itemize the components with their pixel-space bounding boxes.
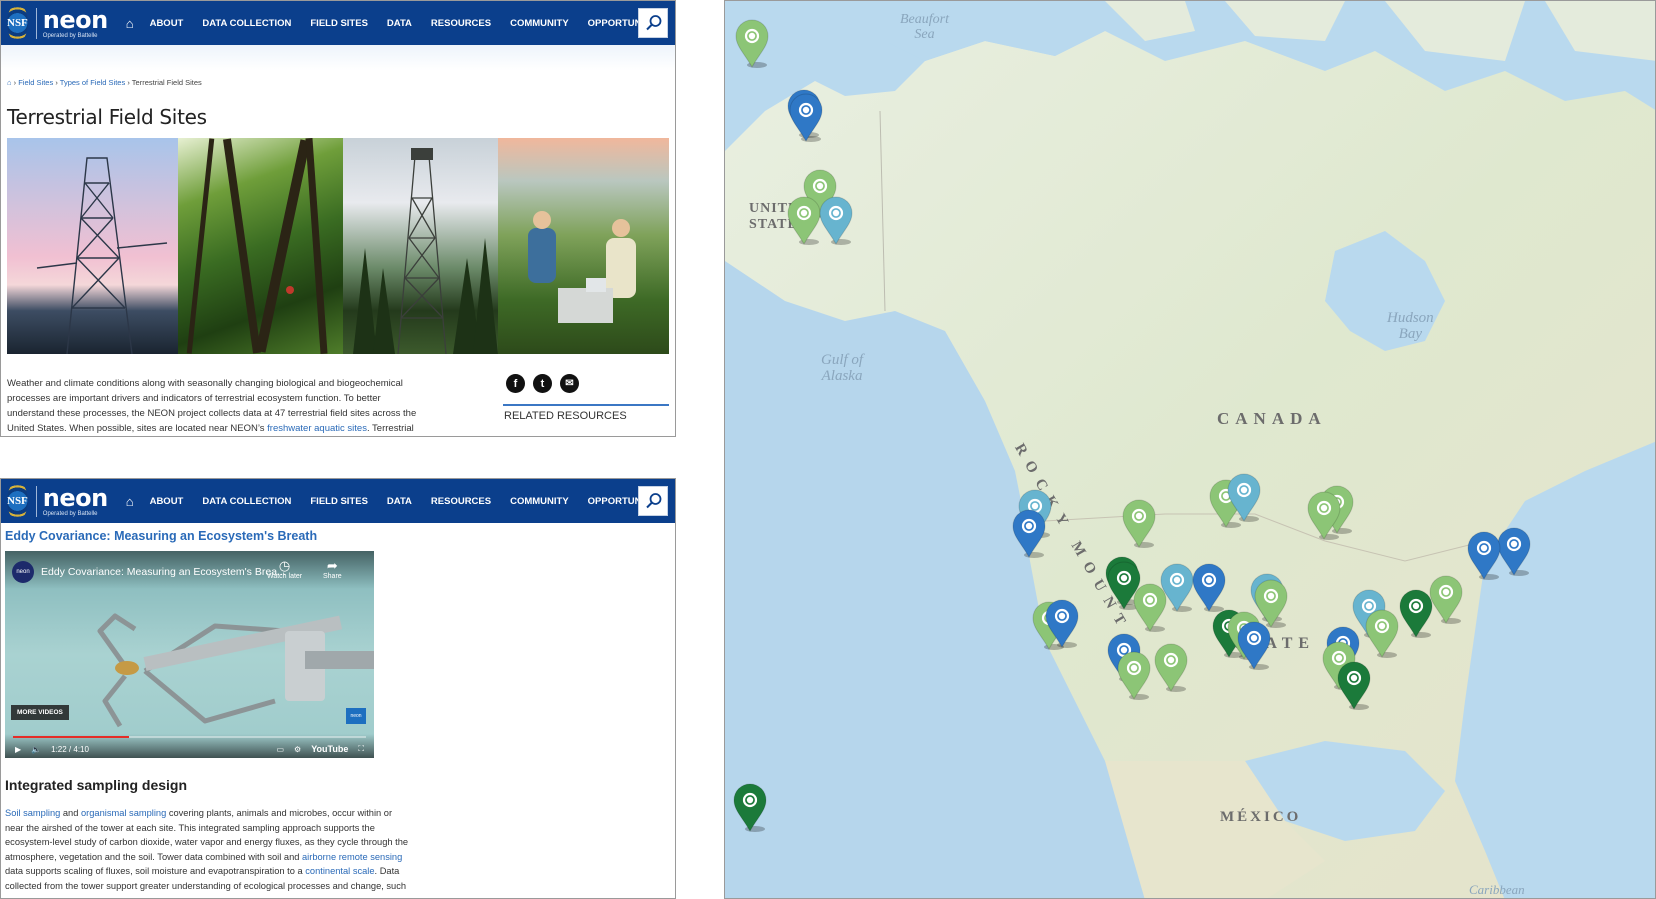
- map-label-hudson-bay: Hudson Bay: [1387, 310, 1434, 342]
- breadcrumb-current: Terrestrial Field Sites: [131, 78, 202, 87]
- neon-logo[interactable]: neon Operated by Battelle: [35, 485, 108, 517]
- field-site-marker[interactable]: [1225, 473, 1263, 523]
- field-sites-map[interactable]: Beaufort Sea UNITED STATES Gulf of Alaska H…: [724, 0, 1656, 899]
- tower-photo-dusk: [7, 138, 178, 354]
- nav-resources[interactable]: RESOURCES: [431, 496, 491, 507]
- email-icon[interactable]: ✉: [560, 374, 579, 393]
- home-icon[interactable]: ⌂: [126, 16, 134, 31]
- site-header: NSF neon Operated by Battelle ⌂ ABOUT DA…: [1, 1, 675, 45]
- video-player[interactable]: neon Eddy Covariance: Measuring an Ecosy…: [5, 551, 374, 758]
- continental-scale-link[interactable]: continental scale: [305, 866, 374, 876]
- channel-avatar[interactable]: neon: [12, 561, 34, 583]
- eddy-covariance-page: NSF neon Operated by Battelle ⌂ ABOUT DA…: [0, 478, 676, 899]
- nsf-logo[interactable]: NSF: [7, 482, 28, 520]
- more-videos-button[interactable]: MORE VIDEOS: [11, 705, 69, 720]
- map-label-gulf-of-alaska: Gulf of Alaska: [821, 352, 864, 384]
- field-site-marker[interactable]: [1115, 651, 1153, 701]
- nav-field-sites[interactable]: FIELD SITES: [310, 496, 368, 507]
- basemap: [725, 1, 1655, 898]
- section-heading: Integrated sampling design: [5, 777, 188, 793]
- page-title: Terrestrial Field Sites: [7, 105, 207, 129]
- twitter-icon[interactable]: t: [533, 374, 552, 393]
- play-icon[interactable]: ▶: [15, 745, 21, 754]
- airborne-remote-sensing-link[interactable]: airborne remote sensing: [302, 852, 402, 862]
- map-label-beaufort: Beaufort Sea: [900, 12, 949, 42]
- breadcrumb-types[interactable]: Types of Field Sites: [60, 78, 125, 87]
- search-button[interactable]: [638, 8, 668, 38]
- share-arrow-icon: ➦: [326, 558, 338, 573]
- intro-paragraph: Weather and climate conditions along wit…: [7, 378, 417, 434]
- field-workers-photo: [498, 138, 669, 354]
- hero-photo-strip: [7, 138, 669, 354]
- home-icon[interactable]: ⌂: [7, 78, 12, 87]
- site-header: NSF neon Operated by Battelle ⌂ ABOUT DA…: [1, 479, 675, 523]
- map-label-canada: CANADA: [1217, 409, 1327, 428]
- field-site-marker[interactable]: [787, 93, 825, 143]
- field-site-marker[interactable]: [1427, 575, 1465, 625]
- forest-photo: [178, 138, 343, 354]
- nav-data-collection[interactable]: DATA COLLECTION: [202, 18, 291, 29]
- fullscreen-icon[interactable]: ⛶: [358, 744, 364, 754]
- video-title[interactable]: Eddy Covariance: Measuring an Ecosystem'…: [41, 566, 286, 578]
- field-site-marker[interactable]: [1120, 499, 1158, 549]
- nsf-logo[interactable]: NSF: [7, 4, 28, 42]
- nav-field-sites[interactable]: FIELD SITES: [310, 18, 368, 29]
- search-button[interactable]: [638, 486, 668, 516]
- field-site-marker[interactable]: [731, 783, 769, 833]
- related-divider: [503, 404, 669, 406]
- freshwater-aquatic-sites-link[interactable]: freshwater aquatic sites: [267, 423, 367, 434]
- home-icon[interactable]: ⌂: [126, 494, 134, 509]
- youtube-logo[interactable]: YouTube: [311, 744, 348, 754]
- share-button[interactable]: ➦ Share: [323, 558, 342, 581]
- subheader-bar: [1, 45, 675, 71]
- fire-tower-photo: [343, 138, 498, 354]
- organismal-sampling-link[interactable]: organismal sampling: [81, 808, 166, 818]
- search-icon: [646, 15, 662, 31]
- clock-icon: ◷: [278, 558, 291, 573]
- field-site-marker[interactable]: [1305, 491, 1343, 541]
- article-title: Eddy Covariance: Measuring an Ecosystem'…: [5, 529, 318, 543]
- field-site-marker[interactable]: [1043, 599, 1081, 649]
- section-paragraph: Soil sampling and organismal sampling co…: [5, 808, 409, 891]
- breadcrumb-field-sites[interactable]: Field Sites: [18, 78, 53, 87]
- soil-sampling-link[interactable]: Soil sampling: [5, 808, 60, 818]
- facebook-icon[interactable]: f: [506, 374, 525, 393]
- map-label-mexico: MÉXICO: [1220, 809, 1302, 825]
- terrestrial-sites-page: NSF neon Operated by Battelle ⌂ ABOUT DA…: [0, 0, 676, 437]
- nav-data[interactable]: DATA: [387, 496, 412, 507]
- nav-community[interactable]: COMMUNITY: [510, 18, 569, 29]
- captions-icon[interactable]: ▭: [276, 745, 284, 754]
- field-site-marker[interactable]: [1190, 563, 1228, 613]
- nav-community[interactable]: COMMUNITY: [510, 496, 569, 507]
- related-resources-heading: RELATED RESOURCES: [504, 410, 627, 422]
- main-nav: ABOUT DATA COLLECTION FIELD SITES DATA R…: [150, 496, 675, 507]
- watch-later-button[interactable]: ◷ Watch later: [267, 558, 302, 581]
- field-site-marker[interactable]: [733, 19, 771, 69]
- map-label-caribbean: Caribbean: [1469, 882, 1525, 897]
- nav-about[interactable]: ABOUT: [150, 18, 184, 29]
- settings-icon[interactable]: ⚙: [294, 745, 301, 754]
- share-icons: f t ✉: [506, 374, 579, 393]
- field-site-marker[interactable]: [817, 196, 855, 246]
- field-site-marker[interactable]: [1152, 643, 1190, 693]
- nav-data[interactable]: DATA: [387, 18, 412, 29]
- volume-icon[interactable]: 🔈: [31, 745, 41, 754]
- field-site-marker[interactable]: [1465, 531, 1503, 581]
- field-site-marker[interactable]: [1363, 609, 1401, 659]
- neon-logo[interactable]: neon Operated by Battelle: [35, 7, 108, 39]
- video-progress-bar[interactable]: [13, 736, 366, 738]
- nav-data-collection[interactable]: DATA COLLECTION: [202, 496, 291, 507]
- field-site-marker[interactable]: [1010, 509, 1048, 559]
- breadcrumb: ⌂ › Field Sites › Types of Field Sites ›…: [7, 78, 202, 87]
- video-time: 1:22 / 4:10: [51, 745, 89, 754]
- main-nav: ABOUT DATA COLLECTION FIELD SITES DATA R…: [150, 18, 675, 29]
- video-progress-fill: [13, 736, 130, 738]
- field-site-marker[interactable]: [1235, 621, 1273, 671]
- nav-resources[interactable]: RESOURCES: [431, 18, 491, 29]
- field-site-marker[interactable]: [1335, 661, 1373, 711]
- nav-about[interactable]: ABOUT: [150, 496, 184, 507]
- neon-watermark: neon: [346, 708, 366, 724]
- search-icon: [646, 493, 662, 509]
